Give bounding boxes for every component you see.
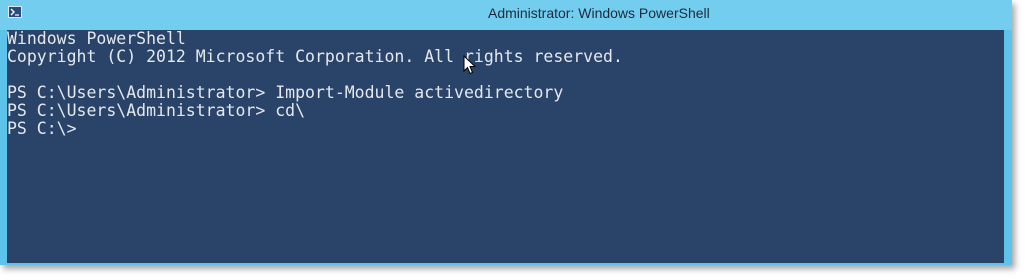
mouse-pointer-icon bbox=[463, 55, 477, 75]
window-title: Administrator: Windows PowerShell bbox=[488, 5, 710, 21]
console-line: Copyright (C) 2012 Microsoft Corporation… bbox=[7, 47, 623, 66]
powershell-window: Administrator: Windows PowerShell Window… bbox=[0, 0, 1012, 265]
console-prompt-line: PS C:\> bbox=[7, 119, 77, 138]
console-line: PS C:\Users\Administrator> cd\ bbox=[7, 101, 306, 120]
title-bar[interactable]: Administrator: Windows PowerShell bbox=[0, 0, 1012, 30]
console-output: Windows PowerShell Copyright (C) 2012 Mic… bbox=[7, 30, 623, 138]
console-area[interactable]: Windows PowerShell Copyright (C) 2012 Mic… bbox=[7, 30, 1004, 263]
console-line: PS C:\Users\Administrator> Import-Module… bbox=[7, 83, 564, 102]
console-line: Windows PowerShell bbox=[7, 29, 186, 48]
powershell-icon[interactable] bbox=[8, 6, 22, 18]
